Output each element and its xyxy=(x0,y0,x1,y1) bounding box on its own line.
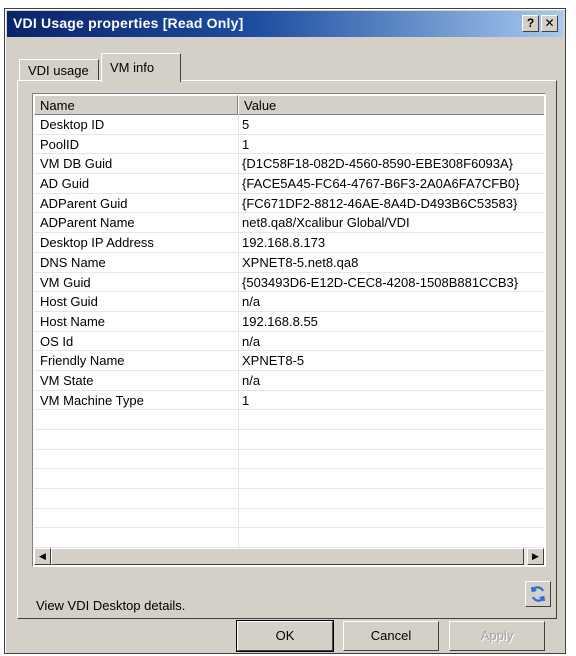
table-row[interactable]: ADParent Name net8.qa8/Xcalibur Global/VD… xyxy=(34,213,544,234)
ok-button[interactable]: OK xyxy=(236,620,334,652)
table-row[interactable]: Desktop IP Address 192.168.8.173 xyxy=(34,233,544,253)
properties-dialog: VDI Usage properties [Read Only] ? ✕ VDI… xyxy=(4,8,566,654)
scroll-left-button[interactable]: ◀ xyxy=(34,548,51,565)
table-row[interactable]: OS Id n/a xyxy=(34,332,544,352)
close-button[interactable]: ✕ xyxy=(541,15,558,32)
grid-header: Name Value xyxy=(34,95,544,115)
scroll-thumb[interactable] xyxy=(51,548,524,565)
row-name-cell: Host Name xyxy=(40,313,106,329)
row-value-cell: {D1C58F18-082D-4560-8590-EBE308F6093A} xyxy=(242,156,514,172)
table-row[interactable] xyxy=(34,528,544,548)
row-value-cell: 1 xyxy=(242,392,250,408)
table-row[interactable] xyxy=(34,430,544,450)
row-name-cell: PoolID xyxy=(40,136,80,152)
row-value-cell: {503493D6-E12D-CEC8-4208-1508B881CCB3} xyxy=(242,274,519,290)
row-value-cell: 5 xyxy=(242,117,250,132)
tab-vdi-usage[interactable]: VDI usage xyxy=(19,59,99,81)
grid-viewport: Name Value Desktop ID 5 PoolID 1 VM DB Guid {… xyxy=(34,95,544,548)
help-button[interactable]: ? xyxy=(522,15,539,32)
table-row[interactable] xyxy=(34,509,544,529)
cancel-button[interactable]: Cancel xyxy=(343,621,439,651)
window-title: VDI Usage properties [Read Only] xyxy=(13,15,244,31)
row-name-cell: Host Guid xyxy=(40,294,98,310)
properties-grid[interactable]: Name Value Desktop ID 5 PoolID 1 VM DB Guid {… xyxy=(32,93,546,567)
refresh-button[interactable] xyxy=(525,581,551,607)
table-row[interactable]: VM Machine Type 1 xyxy=(34,391,544,411)
row-name-cell: ADParent Name xyxy=(40,215,135,231)
table-row[interactable]: VM Guid {503493D6-E12D-CEC8-4208-1508B881… xyxy=(34,273,544,293)
table-row[interactable]: DNS Name XPNET8-5.net8.qa8 xyxy=(34,253,544,273)
table-row[interactable]: VM DB Guid {D1C58F18-082D-4560-8590-EBE30… xyxy=(34,154,544,175)
tab-vm-info[interactable]: VM info xyxy=(101,53,181,82)
table-row[interactable]: Host Name 192.168.8.55 xyxy=(34,312,544,332)
row-name-cell: ADParent Guid xyxy=(40,195,128,211)
row-name-cell: DNS Name xyxy=(40,254,106,270)
table-row[interactable]: AD Guid {FACE5A45-FC64-4767-B6F3-2A0A6FA7… xyxy=(34,174,544,194)
row-name-cell: VM State xyxy=(40,372,94,388)
row-value-cell: n/a xyxy=(242,294,261,310)
table-row[interactable]: Desktop ID 5 xyxy=(34,115,544,135)
horizontal-scrollbar[interactable]: ◀ ▶ xyxy=(34,548,544,565)
row-value-cell: n/a xyxy=(242,372,261,388)
grid-rows: Desktop ID 5 PoolID 1 VM DB Guid {D1C58F18-08… xyxy=(34,115,544,548)
table-row[interactable]: Friendly Name XPNET8-5 xyxy=(34,351,544,371)
table-row[interactable] xyxy=(34,410,544,430)
row-value-cell: {FC671DF2-8812-46AE-8A4D-D493B6C53583} xyxy=(242,195,518,211)
scroll-right-button[interactable]: ▶ xyxy=(527,548,544,565)
row-value-cell: 1 xyxy=(242,136,250,152)
table-row[interactable]: Host Guid n/a xyxy=(34,292,544,312)
row-name-cell: VM DB Guid xyxy=(40,156,113,172)
table-row[interactable]: ADParent Guid {FC671DF2-8812-46AE-8A4D-D4… xyxy=(34,194,544,214)
table-row[interactable] xyxy=(34,469,544,490)
row-value-cell: XPNET8-5.net8.qa8 xyxy=(242,254,359,270)
row-name-cell: OS Id xyxy=(40,333,74,349)
row-value-cell: XPNET8-5 xyxy=(242,353,305,369)
tab-panel: Name Value Desktop ID 5 PoolID 1 VM DB Guid {… xyxy=(17,80,557,619)
row-value-cell: n/a xyxy=(242,333,261,349)
table-row[interactable] xyxy=(34,489,544,509)
table-row[interactable]: VM State n/a xyxy=(34,371,544,391)
apply-button[interactable]: Apply xyxy=(449,621,545,651)
description-text: View VDI Desktop details. xyxy=(36,598,186,613)
row-name-cell: AD Guid xyxy=(40,176,90,192)
refresh-icon xyxy=(531,586,545,602)
column-header-value[interactable]: Value xyxy=(238,95,544,115)
row-value-cell: net8.qa8/Xcalibur Global/VDI xyxy=(242,215,410,231)
row-value-cell: {FACE5A45-FC64-4767-B6F3-2A0A6FA7CFB0} xyxy=(242,176,520,192)
table-row[interactable]: PoolID 1 xyxy=(34,135,544,155)
row-name-cell: VM Guid xyxy=(40,274,91,290)
row-value-cell: 192.168.8.173 xyxy=(242,235,326,251)
row-name-cell: Desktop IP Address xyxy=(40,235,154,251)
row-name-cell: Desktop ID xyxy=(40,117,105,132)
column-header-name[interactable]: Name xyxy=(34,95,238,115)
row-value-cell: 192.168.8.55 xyxy=(242,313,318,329)
title-bar[interactable]: VDI Usage properties [Read Only] ? ✕ xyxy=(7,11,563,37)
row-name-cell: VM Machine Type xyxy=(40,392,144,408)
table-row[interactable] xyxy=(34,450,544,470)
row-name-cell: Friendly Name xyxy=(40,353,125,369)
